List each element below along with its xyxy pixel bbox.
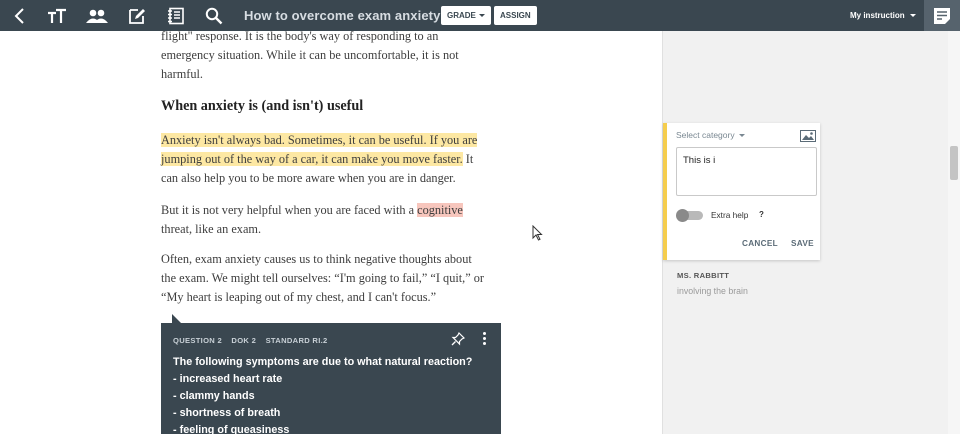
text-line: can also help you to be more aware when …	[161, 171, 456, 185]
question-standard: STANDARD RI.2	[265, 336, 328, 345]
question-list-item: - increased heart rate	[173, 373, 283, 385]
instruction-label: My instruction	[850, 11, 905, 20]
users-icon[interactable]	[82, 0, 112, 31]
scrollbar-thumb[interactable]	[950, 146, 958, 180]
document-title: How to overcome exam anxiety	[244, 8, 441, 23]
category-placeholder: Select category	[676, 130, 735, 140]
note-editor-card: Select category This is i Extra help ? C…	[663, 123, 820, 260]
text-line: threat, like an exam.	[161, 222, 262, 236]
note-input[interactable]: This is i	[676, 147, 817, 196]
help-icon[interactable]: ?	[759, 210, 764, 219]
text-span: But it is not very helpful when you are …	[161, 203, 418, 217]
notes-panel-icon[interactable]	[924, 0, 960, 31]
mouse-pointer-icon	[532, 225, 543, 241]
assign-button[interactable]: ASSIGN	[494, 6, 537, 25]
question-dok: DOK 2	[231, 336, 257, 345]
image-icon[interactable]	[800, 129, 816, 147]
chevron-down-icon	[478, 14, 485, 18]
section-heading: When anxiety is (and isn't) useful	[161, 98, 364, 114]
grade-label: GRADE	[447, 11, 476, 20]
scrollbar-track[interactable]	[948, 31, 960, 434]
note-text[interactable]: involving the brain	[677, 286, 748, 296]
highlighted-text[interactable]: Anxiety isn't always bad. Sometimes, it …	[161, 133, 478, 147]
note-author: MS. RABBITT	[677, 271, 730, 280]
article-paragraph: Anxiety isn't always bad. Sometimes, it …	[161, 131, 503, 188]
edit-icon[interactable]	[122, 0, 152, 31]
top-toolbar: How to overcome exam anxiety GRADE ASSIG…	[0, 0, 960, 31]
chevron-down-icon	[738, 134, 745, 138]
more-options-icon[interactable]	[479, 332, 489, 346]
article-paragraph: flight" response. It is the body's way o…	[161, 31, 503, 84]
question-card[interactable]: QUESTION 2 DOK 2 STANDARD RI.2 The follo…	[161, 323, 501, 434]
text-line: harmful.	[161, 67, 204, 81]
question-prompt: The following symptoms are due to what n…	[173, 356, 473, 368]
pin-icon[interactable]	[451, 331, 466, 351]
text-line: Often, exam anxiety causes us to think n…	[161, 252, 472, 266]
text-line: flight" response. It is the body's way o…	[161, 31, 439, 43]
chevron-down-icon	[909, 14, 916, 18]
annotated-word[interactable]: cognitive	[417, 203, 463, 217]
extra-help-toggle[interactable]	[676, 209, 703, 222]
back-chevron-icon[interactable]	[5, 0, 35, 31]
text-line: the exam. We might tell ourselves: “I'm …	[161, 271, 485, 285]
toggle-knob	[676, 209, 689, 222]
grade-dropdown[interactable]: GRADE	[441, 6, 491, 25]
save-button[interactable]: SAVE	[791, 239, 814, 248]
question-card-pointer	[172, 314, 181, 323]
category-dropdown[interactable]: Select category	[676, 130, 745, 140]
extra-help-label: Extra help	[711, 210, 749, 220]
question-list-item: - clammy hands	[173, 390, 255, 402]
question-meta: QUESTION 2 DOK 2 STANDARD RI.2	[173, 336, 335, 345]
instruction-dropdown[interactable]: My instruction	[850, 0, 916, 31]
question-list-item: - feeling of queasiness	[173, 424, 290, 434]
article-paragraph: But it is not very helpful when you are …	[161, 201, 503, 239]
text-line: “My heart is leaping out of my chest, an…	[161, 290, 437, 304]
article-paragraph: Often, exam anxiety causes us to think n…	[161, 250, 503, 307]
cancel-button[interactable]: CANCEL	[742, 239, 778, 248]
text-size-icon[interactable]	[42, 0, 72, 31]
article-reading-pane: flight" response. It is the body's way o…	[0, 31, 662, 434]
question-list-item: - shortness of breath	[173, 407, 281, 419]
notebook-icon[interactable]	[161, 0, 191, 31]
search-icon[interactable]	[199, 0, 229, 31]
text-line: emergency situation. While it can be unc…	[161, 48, 459, 62]
highlighted-text[interactable]: jumping out of the way of a car, it can …	[161, 152, 463, 166]
text-span: It	[462, 152, 474, 166]
question-number: QUESTION 2	[173, 336, 222, 345]
